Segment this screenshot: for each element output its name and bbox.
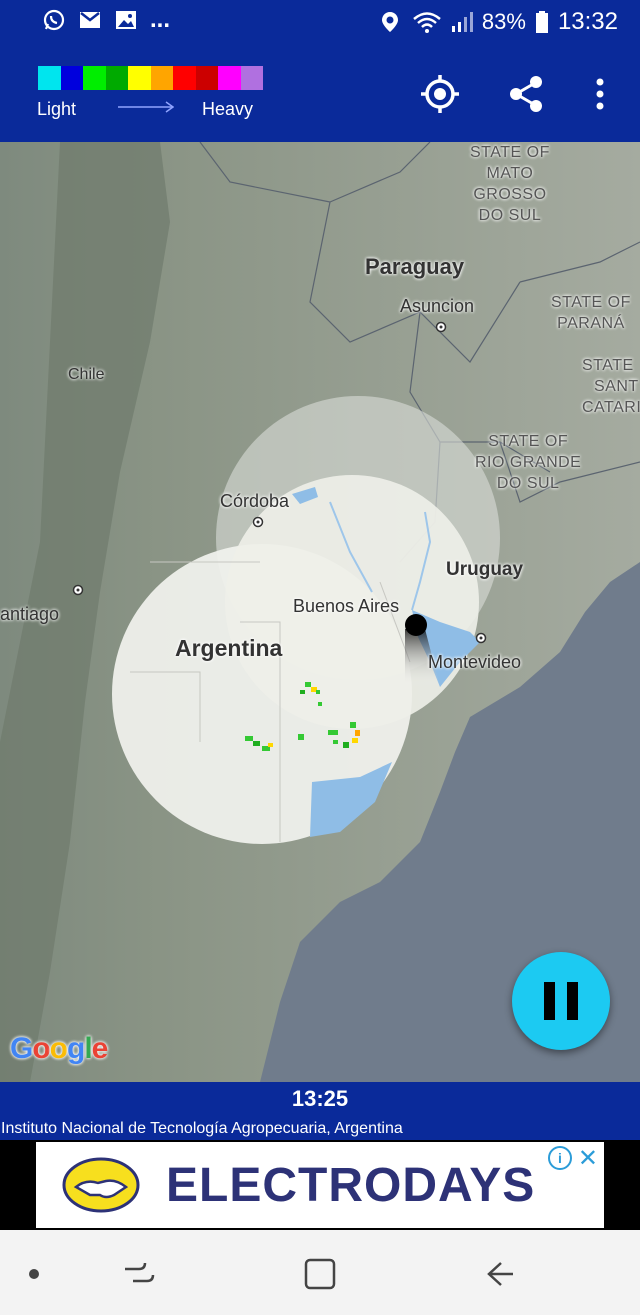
- label-argentina: Argentina: [175, 635, 283, 661]
- legend-swatch: [173, 66, 196, 90]
- legend-swatch: [105, 66, 128, 90]
- label-line: SANT: [594, 378, 639, 395]
- label-chile: Chile: [68, 366, 105, 383]
- label-santiago: antiago: [0, 604, 60, 624]
- handshake-logo: [62, 1157, 140, 1213]
- label-uruguay: Uruguay: [446, 559, 524, 580]
- legend-swatch: [150, 66, 173, 90]
- recent-apps-icon: [125, 1262, 155, 1283]
- ad-text: ELECTRODAYS: [166, 1158, 536, 1212]
- label-line: DO SUL: [478, 207, 542, 224]
- pause-button[interactable]: [512, 952, 610, 1050]
- whatsapp-icon: [42, 8, 66, 32]
- legend-swatch: [240, 66, 263, 90]
- label-state-parana: STATE OF PARANÁ: [551, 292, 631, 334]
- radar-map[interactable]: STATE OF MATO GROSSO DO SUL Paraguay Asu…: [0, 142, 640, 1082]
- share-button[interactable]: [504, 72, 548, 116]
- home-icon: [304, 1258, 336, 1290]
- legend-arrow-icon: [118, 101, 174, 113]
- label-state-rio-grande: STATE OF RIO GRANDE DO SUL: [475, 431, 581, 494]
- more-vert-icon: [596, 78, 604, 110]
- label-montevideo: Montevideo: [428, 652, 522, 672]
- more-options-button[interactable]: [578, 72, 622, 116]
- label-line: GROSSO: [473, 186, 547, 203]
- label-cordoba: Córdoba: [220, 491, 290, 511]
- home-button[interactable]: [298, 1252, 342, 1296]
- pause-icon: [538, 982, 584, 1020]
- label-line: CATARI: [582, 399, 640, 416]
- dot-icon: [29, 1269, 39, 1279]
- notification-icons: ...: [42, 8, 170, 32]
- label-line: STATE OF: [488, 433, 569, 450]
- legend-swatch: [218, 66, 241, 90]
- signal-icon: [450, 10, 474, 34]
- system-nav-bar: [0, 1230, 640, 1315]
- label-line: STATE OF: [551, 294, 631, 311]
- legend-light-label: Light: [37, 99, 77, 119]
- battery-percent: 83%: [481, 9, 526, 34]
- label-buenos-aires: Buenos Aires: [293, 596, 400, 616]
- system-indicators: 83% 13:32: [380, 8, 618, 36]
- ad-close-icon[interactable]: ✕: [578, 1144, 598, 1173]
- location-icon: [380, 10, 404, 34]
- radar-site-marker: [405, 614, 427, 636]
- label-line: RIO GRANDE: [475, 454, 582, 471]
- gallery-icon: [114, 8, 138, 32]
- legend-heavy-label: Heavy: [202, 99, 254, 119]
- label-line: STATE OF: [470, 144, 550, 161]
- clock: 13:32: [557, 8, 618, 35]
- label-state-mato-grosso: STATE OF MATO GROSSO DO SUL: [470, 142, 550, 226]
- label-line: MATO: [486, 165, 534, 182]
- legend-swatch: [195, 66, 218, 90]
- my-location-button[interactable]: [418, 72, 462, 116]
- label-line: DO SUL: [496, 475, 560, 492]
- status-bar: ... 83% 13:32: [0, 0, 640, 44]
- back-button[interactable]: [478, 1252, 522, 1296]
- more-notifications-indicator: ...: [150, 6, 171, 33]
- label-state-santa-catarina: STATE SANT CATARI: [582, 355, 640, 418]
- google-logo: Google: [10, 1032, 108, 1065]
- recent-apps-button[interactable]: [118, 1252, 162, 1296]
- label-paraguay: Paraguay: [365, 254, 465, 279]
- intensity-legend: [38, 66, 263, 90]
- frame-time: 13:25: [0, 1082, 640, 1116]
- gmail-icon: [78, 8, 102, 32]
- label-line: PARANÁ: [557, 315, 625, 332]
- legend-swatch: [38, 66, 61, 90]
- app-bar: Light Heavy: [0, 44, 640, 142]
- ad-banner[interactable]: ELECTRODAYS i ✕: [36, 1142, 604, 1228]
- ad-info-icon[interactable]: i: [548, 1146, 572, 1170]
- nav-dot-button[interactable]: [12, 1252, 56, 1296]
- wifi-icon: [412, 10, 442, 34]
- radar-source: Instituto Nacional de Tecnología Agropec…: [0, 1116, 640, 1140]
- battery-icon: [534, 10, 550, 34]
- label-asuncion: Asuncion: [400, 296, 475, 316]
- legend-swatch: [128, 66, 151, 90]
- share-icon: [510, 76, 542, 112]
- my-location-icon: [421, 75, 459, 113]
- label-line: STATE: [582, 357, 634, 374]
- ad-area: ELECTRODAYS i ✕: [0, 1140, 640, 1230]
- legend-swatch: [60, 66, 83, 90]
- back-icon: [487, 1262, 513, 1286]
- legend-swatch: [83, 66, 106, 90]
